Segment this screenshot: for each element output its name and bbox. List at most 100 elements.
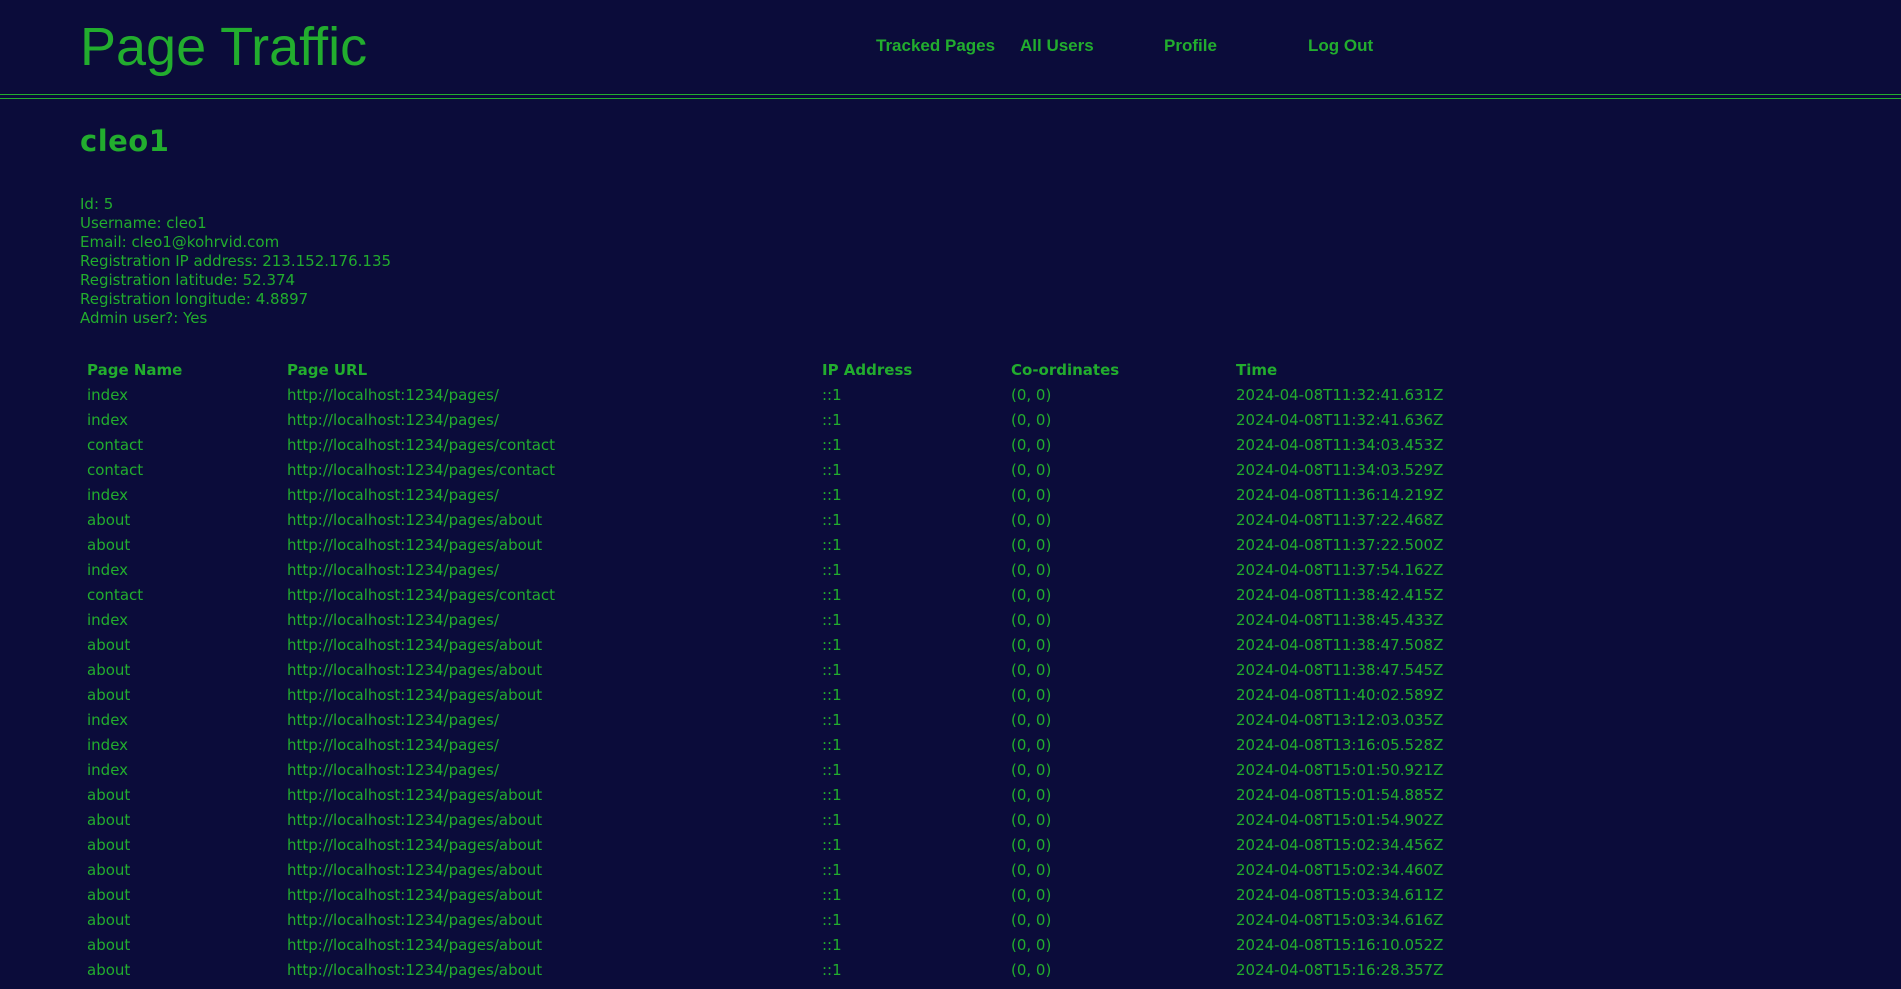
cell-page-url: http://localhost:1234/pages/ <box>287 561 499 579</box>
user-name-heading: cleo1 <box>80 124 170 158</box>
site-title[interactable]: Page Traffic <box>80 14 367 80</box>
cell-page-name: index <box>87 411 129 429</box>
cell-page-url: http://localhost:1234/pages/about <box>287 636 543 654</box>
cell-page-url: http://localhost:1234/pages/about <box>287 686 543 704</box>
cell-coordinates: (0, 0) <box>1011 636 1052 654</box>
cell-page-url: http://localhost:1234/pages/contact <box>287 436 556 454</box>
cell-coordinates: (0, 0) <box>1011 736 1052 754</box>
cell-page-name: about <box>87 936 131 954</box>
cell-coordinates: (0, 0) <box>1011 786 1052 804</box>
cell-page-url: http://localhost:1234/pages/about <box>287 536 543 554</box>
table-row: about http://localhost:1234/pages/about::… <box>78 933 1476 958</box>
cell-page-name: contact <box>87 461 144 479</box>
table-body: index http://localhost:1234/pages/::1 (0, … <box>78 383 1476 983</box>
nav-tracked-pages-link[interactable]: Tracked Pages <box>876 36 995 56</box>
cell-coordinates: (0, 0) <box>1011 561 1052 579</box>
cell-ip-address: ::1 <box>822 836 842 854</box>
cell-page-name: index <box>87 561 129 579</box>
cell-page-url: http://localhost:1234/pages/about <box>287 911 543 929</box>
cell-time: 2024-04-08T11:38:47.545Z <box>1236 661 1444 679</box>
detail-id: Id: 5 <box>80 195 114 213</box>
nav-log-out-link[interactable]: Log Out <box>1308 36 1373 56</box>
cell-time: 2024-04-08T11:32:41.631Z <box>1236 386 1444 404</box>
cell-coordinates: (0, 0) <box>1011 911 1052 929</box>
nav-profile-link[interactable]: Profile <box>1164 36 1217 56</box>
column-header-time: Time <box>1236 361 1278 379</box>
table-row: about http://localhost:1234/pages/about::… <box>78 858 1476 883</box>
cell-ip-address: ::1 <box>822 461 842 479</box>
table-header-row: Page Name Page URL IP Address Co-ordinat… <box>78 358 1476 383</box>
cell-ip-address: ::1 <box>822 611 842 629</box>
table-row: about http://localhost:1234/pages/about::… <box>78 683 1476 708</box>
table-row: index http://localhost:1234/pages/::1 (0, … <box>78 408 1476 433</box>
cell-ip-address: ::1 <box>822 811 842 829</box>
cell-time: 2024-04-08T11:32:41.636Z <box>1236 411 1444 429</box>
cell-ip-address: ::1 <box>822 736 842 754</box>
cell-page-url: http://localhost:1234/pages/about <box>287 511 543 529</box>
cell-time: 2024-04-08T11:37:22.500Z <box>1236 536 1444 554</box>
cell-page-name: index <box>87 761 129 779</box>
cell-page-name: about <box>87 836 131 854</box>
detail-admin-user: Admin user?: Yes <box>80 309 208 327</box>
table-row: about http://localhost:1234/pages/about::… <box>78 958 1476 983</box>
detail-registration-longitude: Registration longitude: 4.8897 <box>80 290 309 308</box>
cell-page-name: about <box>87 661 131 679</box>
table-row: about http://localhost:1234/pages/about::… <box>78 833 1476 858</box>
cell-coordinates: (0, 0) <box>1011 411 1052 429</box>
cell-time: 2024-04-08T15:03:34.611Z <box>1236 886 1444 904</box>
cell-page-url: http://localhost:1234/pages/ <box>287 736 499 754</box>
cell-page-url: http://localhost:1234/pages/about <box>287 786 543 804</box>
cell-page-name: about <box>87 786 131 804</box>
cell-ip-address: ::1 <box>822 411 842 429</box>
detail-email: Email: cleo1@kohrvid.com <box>80 233 280 251</box>
cell-ip-address: ::1 <box>822 886 842 904</box>
cell-coordinates: (0, 0) <box>1011 661 1052 679</box>
cell-page-url: http://localhost:1234/pages/about <box>287 861 543 879</box>
cell-page-name: index <box>87 611 129 629</box>
cell-coordinates: (0, 0) <box>1011 386 1052 404</box>
cell-coordinates: (0, 0) <box>1011 511 1052 529</box>
cell-page-name: contact <box>87 586 144 604</box>
cell-coordinates: (0, 0) <box>1011 436 1052 454</box>
cell-coordinates: (0, 0) <box>1011 886 1052 904</box>
cell-ip-address: ::1 <box>822 636 842 654</box>
cell-page-url: http://localhost:1234/pages/ <box>287 486 499 504</box>
cell-page-name: about <box>87 911 131 929</box>
cell-coordinates: (0, 0) <box>1011 711 1052 729</box>
column-header-ip-address: IP Address <box>822 361 913 379</box>
cell-page-name: about <box>87 536 131 554</box>
cell-ip-address: ::1 <box>822 911 842 929</box>
column-header-page-url: Page URL <box>287 361 368 379</box>
cell-page-name: about <box>87 811 131 829</box>
detail-registration-ip: Registration IP address: 213.152.176.135 <box>80 252 392 270</box>
cell-ip-address: ::1 <box>822 511 842 529</box>
cell-page-name: contact <box>87 436 144 454</box>
cell-time: 2024-04-08T11:40:02.589Z <box>1236 686 1444 704</box>
cell-coordinates: (0, 0) <box>1011 611 1052 629</box>
cell-coordinates: (0, 0) <box>1011 961 1052 979</box>
cell-time: 2024-04-08T15:01:50.921Z <box>1236 761 1444 779</box>
cell-page-url: http://localhost:1234/pages/ <box>287 611 499 629</box>
cell-time: 2024-04-08T11:34:03.529Z <box>1236 461 1444 479</box>
cell-page-url: http://localhost:1234/pages/about <box>287 811 543 829</box>
column-header-page-name: Page Name <box>87 361 183 379</box>
cell-time: 2024-04-08T15:16:28.357Z <box>1236 961 1444 979</box>
cell-page-url: http://localhost:1234/pages/about <box>287 661 543 679</box>
cell-time: 2024-04-08T13:16:05.528Z <box>1236 736 1444 754</box>
cell-ip-address: ::1 <box>822 386 842 404</box>
cell-time: 2024-04-08T11:37:54.162Z <box>1236 561 1444 579</box>
cell-page-url: http://localhost:1234/pages/contact <box>287 461 556 479</box>
cell-coordinates: (0, 0) <box>1011 586 1052 604</box>
table-row: contact http://localhost:1234/pages/conta… <box>78 433 1476 458</box>
cell-coordinates: (0, 0) <box>1011 686 1052 704</box>
cell-time: 2024-04-08T11:38:42.415Z <box>1236 586 1444 604</box>
site-header: Page Traffic Tracked Pages All Users Pro… <box>0 0 1901 99</box>
detail-registration-latitude: Registration latitude: 52.374 <box>80 271 296 289</box>
nav-all-users-link[interactable]: All Users <box>1020 36 1094 56</box>
cell-page-url: http://localhost:1234/pages/contact <box>287 586 556 604</box>
cell-time: 2024-04-08T11:37:22.468Z <box>1236 511 1444 529</box>
cell-time: 2024-04-08T15:01:54.885Z <box>1236 786 1444 804</box>
cell-page-url: http://localhost:1234/pages/ <box>287 711 499 729</box>
table-row: about http://localhost:1234/pages/about::… <box>78 908 1476 933</box>
table-row: about http://localhost:1234/pages/about::… <box>78 533 1476 558</box>
